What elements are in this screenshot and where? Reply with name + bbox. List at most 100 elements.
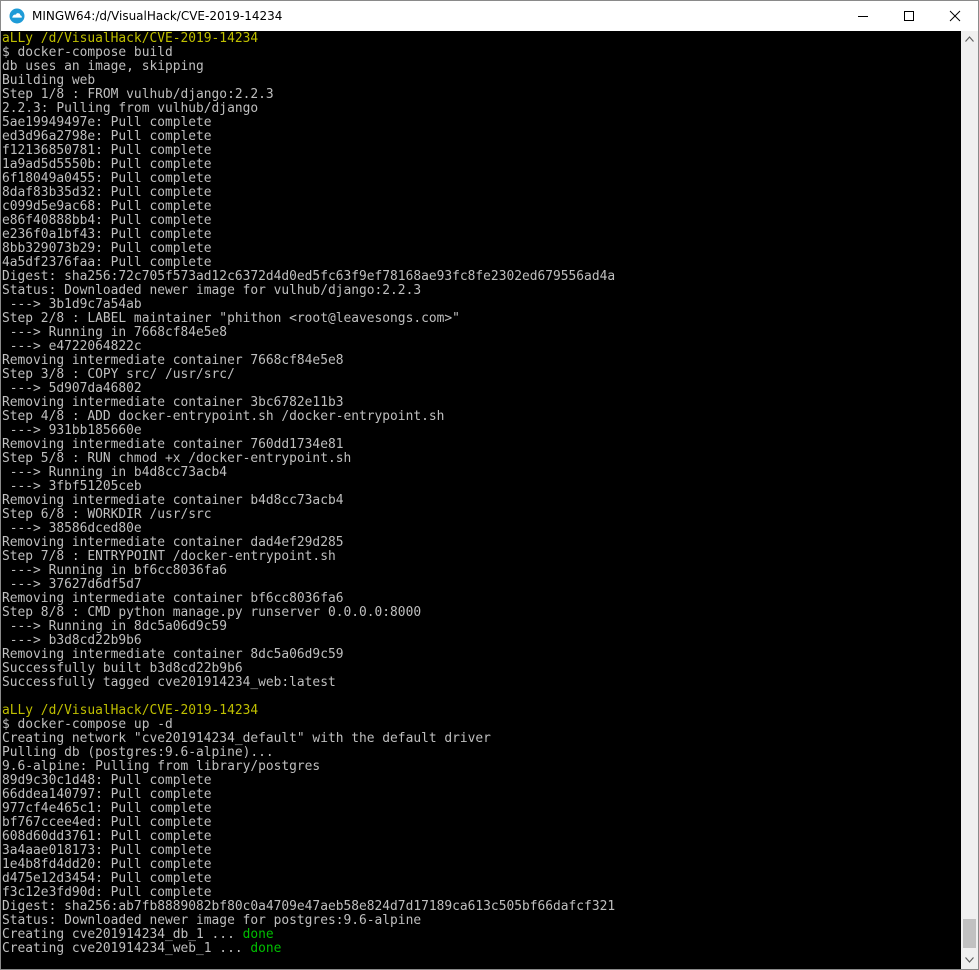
scroll-down-arrow[interactable] [961,952,978,969]
terminal-line-text: Step 2/8 : LABEL maintainer "phithon <ro… [2,311,460,326]
done-status: done [250,941,282,956]
minimize-icon [858,16,868,17]
terminal-line: ---> Running in b4d8cc73acb4 [2,466,227,480]
terminal-line: ---> 5d907da46802 [2,382,142,396]
terminal-line-text: 1e4b8fd4dd20: Pull complete [2,857,212,872]
terminal-line-text: bf767ccee4ed: Pull complete [2,815,212,830]
terminal-line: ---> 37627d6df5d7 [2,578,142,592]
terminal-line-text: f12136850781: Pull complete [2,143,212,158]
terminal-line: Creating cve201914234_web_1 ... done [2,942,281,956]
terminal-line: Step 6/8 : WORKDIR /usr/src [2,508,212,522]
prompt-line: aLLy /d/VisualHack/CVE-2019-14234 [2,32,258,46]
scroll-up-arrow[interactable] [961,31,978,48]
terminal-line-text: 89d9c30c1d48: Pull complete [2,773,212,788]
terminal-line-text: 4a5df2376faa: Pull complete [2,255,212,270]
terminal-line-text: $ docker-compose build [2,45,173,60]
terminal-line-text: Step 8/8 : CMD python manage.py runserve… [2,605,422,620]
terminal-line-text: Step 7/8 : ENTRYPOINT /docker-entrypoint… [2,549,336,564]
maximize-button[interactable] [886,1,932,31]
terminal-line: Successfully built b3d8cd22b9b6 [2,662,243,676]
vertical-scrollbar[interactable] [961,31,978,969]
terminal-line-text: ---> 931bb185660e [2,423,142,438]
terminal-line-text: 8daf83b35d32: Pull complete [2,185,212,200]
terminal-line-text: 9.6-alpine: Pulling from library/postgre… [2,759,321,774]
terminal-line: ---> 3b1d9c7a54ab [2,298,142,312]
terminal-line: Step 2/8 : LABEL maintainer "phithon <ro… [2,312,460,326]
terminal-line-text: 608d60dd3761: Pull complete [2,829,212,844]
terminal-line-text: Status: Downloaded newer image for vulhu… [2,283,422,298]
terminal-line: 89d9c30c1d48: Pull complete [2,774,212,788]
terminal-line: ---> 931bb185660e [2,424,142,438]
chevron-up-icon [965,36,974,42]
terminal-line: Creating cve201914234_db_1 ... done [2,928,274,942]
terminal-line-text: Step 5/8 : RUN chmod +x /docker-entrypoi… [2,451,352,466]
terminal-line: ---> 38586dced80e [2,522,142,536]
terminal-line: 1e4b8fd4dd20: Pull complete [2,858,212,872]
terminal-line-text: 8bb329073b29: Pull complete [2,241,212,256]
terminal-line: Removing intermediate container 3bc6782e… [2,396,343,410]
terminal-line-text: ---> 3fbf51205ceb [2,479,142,494]
terminal-line: Removing intermediate container bf6cc803… [2,592,343,606]
terminal-line-text: ---> b3d8cd22b9b6 [2,633,142,648]
terminal-line-text: Removing intermediate container 8dc5a06d… [2,647,344,662]
terminal-line-text: Status: Downloaded newer image for postg… [2,913,422,928]
terminal-line: Removing intermediate container 7668cf84… [2,354,343,368]
terminal-line-text: ---> 37627d6df5d7 [2,577,142,592]
terminal-line: $ docker-compose up -d [2,718,173,732]
terminal-line: Removing intermediate container 760dd173… [2,438,343,452]
terminal-line: ed3d96a2798e: Pull complete [2,130,212,144]
terminal-line-text: Step 6/8 : WORKDIR /usr/src [2,507,212,522]
terminal-line: Step 8/8 : CMD python manage.py runserve… [2,606,421,620]
terminal-line-text: ---> Running in 7668cf84e5e8 [2,325,228,340]
mintty-icon[interactable] [9,8,25,24]
terminal-line: $ docker-compose build [2,46,173,60]
terminal-line: 4a5df2376faa: Pull complete [2,256,212,270]
terminal-line-text: ---> Running in bf6cc8036fa6 [2,563,228,578]
terminal-line-text: d475e12d3454: Pull complete [2,871,212,886]
close-button[interactable] [932,1,978,31]
terminal-line-text: Removing intermediate container bf6cc803… [2,591,344,606]
terminal-line: 3a4aae018173: Pull complete [2,844,212,858]
terminal-line-text: ---> 3b1d9c7a54ab [2,297,142,312]
terminal-line-text: ed3d96a2798e: Pull complete [2,129,212,144]
terminal-line: 1a9ad5d5550b: Pull complete [2,158,212,172]
terminal-line: bf767ccee4ed: Pull complete [2,816,212,830]
terminal-line-text: Step 1/8 : FROM vulhub/django:2.2.3 [2,87,274,102]
scrollbar-thumb[interactable] [963,919,976,948]
terminal-output[interactable]: aLLy /d/VisualHack/CVE-2019-14234 $ docke… [1,31,961,969]
terminal-line: ---> Running in bf6cc8036fa6 [2,564,227,578]
terminal-line-text: f3c12e3fd90d: Pull complete [2,885,212,900]
terminal-line: Step 5/8 : RUN chmod +x /docker-entrypoi… [2,452,351,466]
close-icon [949,10,961,22]
title-bar[interactable]: MINGW64:/d/VisualHack/CVE-2019-14234 [1,1,978,31]
terminal-line: ---> 3fbf51205ceb [2,480,142,494]
minimize-button[interactable] [840,1,886,31]
terminal-line: 9.6-alpine: Pulling from library/postgre… [2,760,320,774]
terminal-line: Digest: sha256:ab7fb8889082bf80c0a4709e4… [2,900,615,914]
terminal-line: d475e12d3454: Pull complete [2,872,212,886]
terminal-line-text: Removing intermediate container 3bc6782e… [2,395,344,410]
window-title: MINGW64:/d/VisualHack/CVE-2019-14234 [32,9,283,23]
terminal-line: e236f0a1bf43: Pull complete [2,228,212,242]
terminal-line: Successfully tagged cve201914234_web:lat… [2,676,336,690]
terminal-line-text: ---> 38586dced80e [2,521,142,536]
terminal-line: 8bb329073b29: Pull complete [2,242,212,256]
terminal-line: 6f18049a0455: Pull complete [2,172,212,186]
terminal-line-text: Building web [2,73,96,88]
terminal-line: Status: Downloaded newer image for postg… [2,914,421,928]
terminal-line-text: ---> e4722064822c [2,339,142,354]
terminal-line-text: e236f0a1bf43: Pull complete [2,227,212,242]
terminal-line: Step 3/8 : COPY src/ /usr/src/ [2,368,235,382]
terminal-line-text: ---> Running in 8dc5a06d9c59 [2,619,228,634]
terminal-line: ---> Running in 8dc5a06d9c59 [2,620,227,634]
terminal-line: Step 1/8 : FROM vulhub/django:2.2.3 [2,88,274,102]
terminal-line-text: 6f18049a0455: Pull complete [2,171,212,186]
terminal-line: 66ddea140797: Pull complete [2,788,212,802]
terminal-line: Pulling db (postgres:9.6-alpine)... [2,746,274,760]
terminal-line: c099d5e9ac68: Pull complete [2,200,212,214]
terminal-line: Building web [2,74,95,88]
terminal-line-text: Creating cve201914234_web_1 ... [2,941,251,956]
terminal-line-text: aLLy /d/VisualHack/CVE-2019-14234 [2,703,259,718]
maximize-icon [904,11,914,21]
terminal-line-text: Step 4/8 : ADD docker-entrypoint.sh /doc… [2,409,445,424]
